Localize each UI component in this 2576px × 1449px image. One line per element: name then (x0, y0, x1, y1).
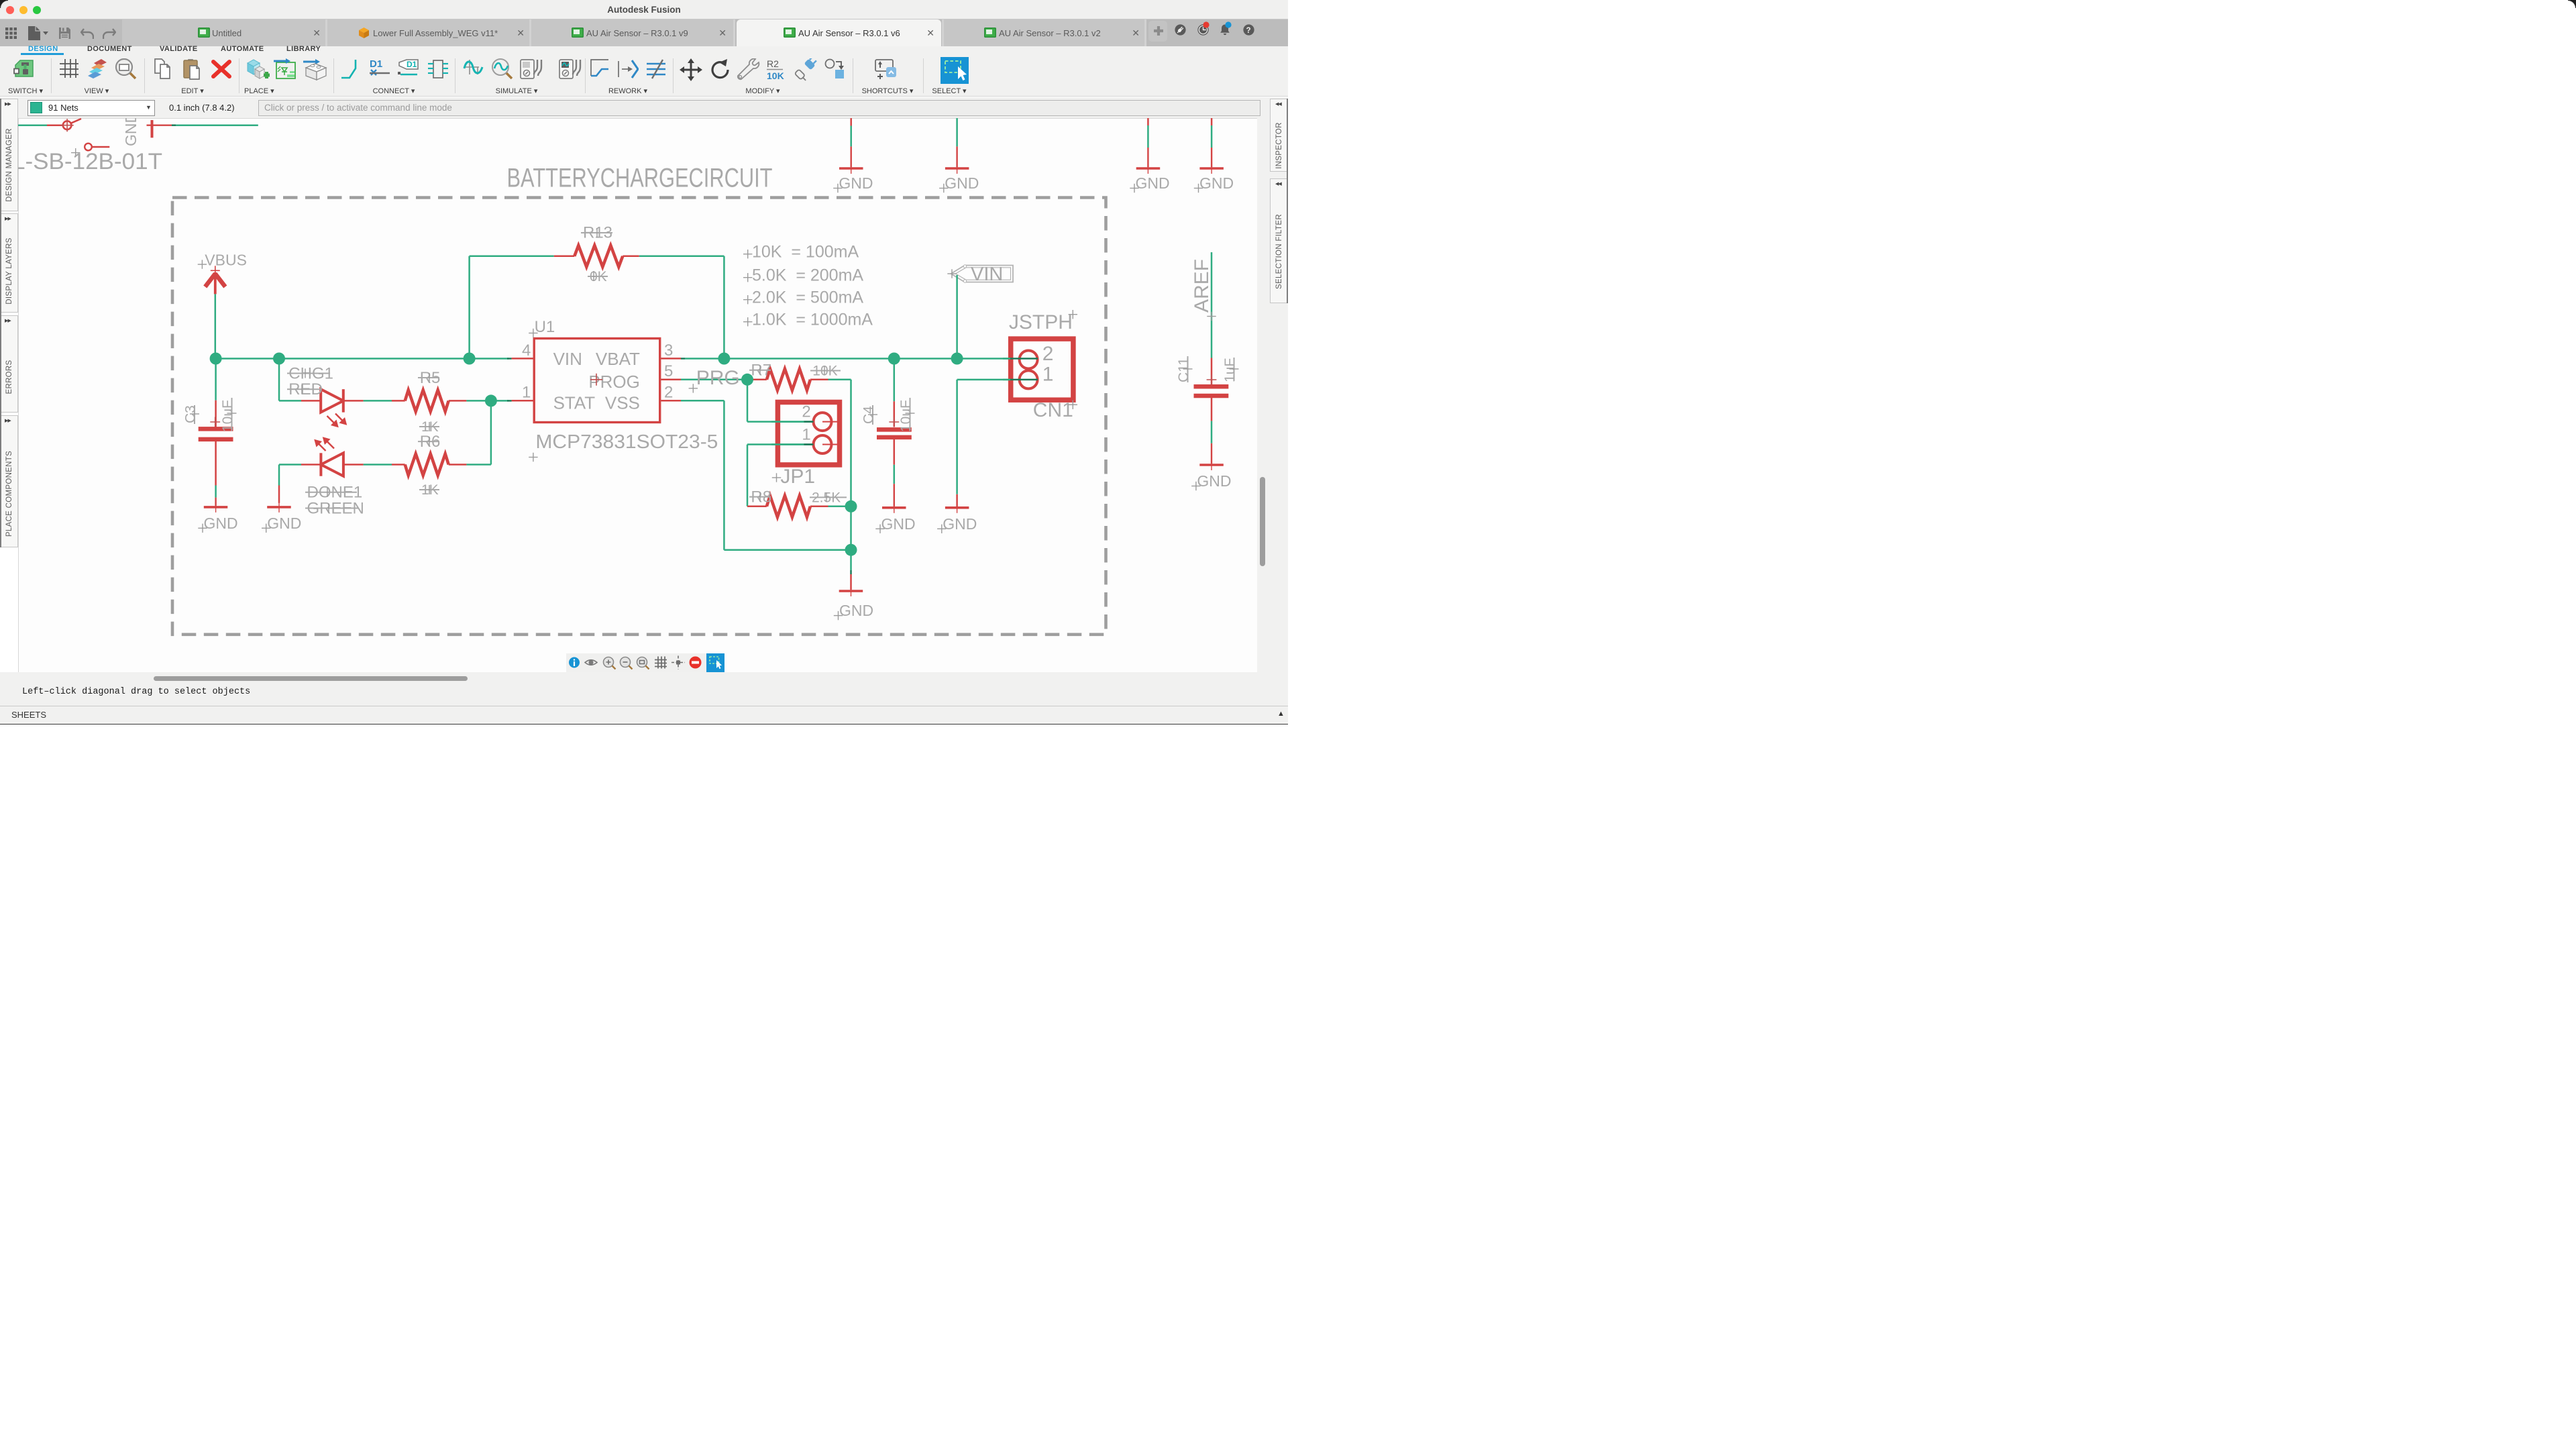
svg-text:GND: GND (1136, 174, 1170, 192)
svg-text:GND: GND (839, 174, 873, 192)
svg-text:D1: D1 (407, 60, 417, 69)
svg-text:10uF: 10uF (898, 400, 914, 432)
svg-text:5: 5 (664, 362, 673, 380)
svg-text:1.0K = 1000mA: 1.0K = 1000mA (752, 311, 873, 329)
svg-text:2: 2 (664, 384, 673, 402)
svg-text:GND: GND (945, 174, 979, 192)
svg-text:2: 2 (1042, 343, 1054, 365)
svg-text:L-SB-12B-01T: L-SB-12B-01T (18, 149, 162, 174)
svg-text:1: 1 (802, 425, 810, 443)
svg-text:VSS: VSS (605, 393, 640, 413)
svg-text:JSTPH: JSTPH (1009, 311, 1073, 333)
svg-text:AREF: AREF (1191, 259, 1213, 313)
svg-text:GND: GND (943, 515, 977, 533)
svg-text:2.0K = 500mA: 2.0K = 500mA (752, 288, 863, 307)
svg-text:C11: C11 (1176, 358, 1191, 382)
svg-text:GND: GND (204, 515, 238, 532)
svg-text:GND: GND (881, 515, 916, 533)
svg-text:1: 1 (522, 384, 531, 402)
svg-text:4: 4 (522, 341, 531, 360)
svg-text:JP1: JP1 (780, 466, 815, 488)
svg-text:2: 2 (802, 403, 810, 421)
svg-text:?: ? (1246, 27, 1250, 35)
svg-text:D1: D1 (370, 58, 382, 70)
svg-text:VIN: VIN (553, 349, 582, 369)
svg-text:GND: GND (839, 602, 873, 619)
svg-text:10K = 100mA: 10K = 100mA (752, 243, 859, 262)
svg-text:R2: R2 (767, 58, 779, 69)
svg-text:VIN: VIN (971, 264, 1003, 285)
svg-text:3: 3 (664, 341, 673, 360)
svg-text:1uF: 1uF (1222, 358, 1238, 382)
svg-text:MCP73831SOT23-5: MCP73831SOT23-5 (535, 431, 718, 453)
svg-text:GND: GND (267, 515, 301, 532)
svg-text:GND: GND (122, 118, 140, 146)
svg-text:PRG: PRG (696, 367, 740, 389)
svg-text:10uF: 10uF (220, 400, 235, 432)
svg-text:1: 1 (1042, 363, 1054, 385)
svg-text:VBAT: VBAT (596, 349, 640, 369)
svg-text:STAT: STAT (553, 393, 596, 413)
svg-text:VBUS: VBUS (205, 252, 247, 269)
svg-text:10K: 10K (767, 70, 784, 81)
svg-text:CN1: CN1 (1033, 399, 1073, 421)
svg-text:GND: GND (1199, 174, 1234, 192)
svg-text:5.0K = 200mA: 5.0K = 200mA (752, 266, 863, 285)
svg-text:GND: GND (1197, 472, 1231, 490)
svg-text:BATTERYCHARGECIRCUIT: BATTERYCHARGECIRCUIT (507, 164, 773, 193)
